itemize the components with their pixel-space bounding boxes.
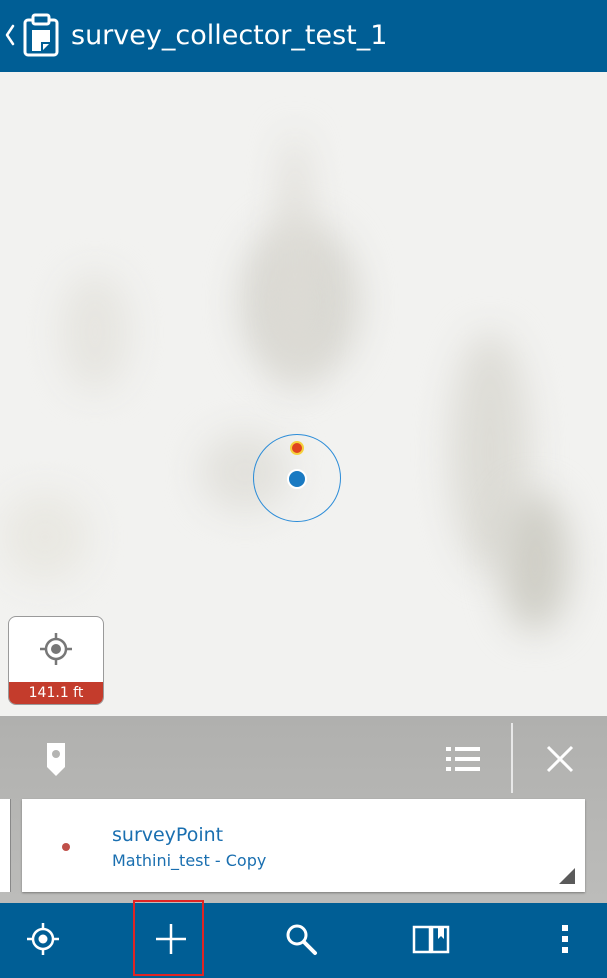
add-button-highlight (133, 900, 204, 976)
compass-marker (290, 441, 304, 455)
my-location-button[interactable] (12, 903, 74, 978)
feature-card[interactable]: surveyPoint Mathini_test - Copy (22, 799, 585, 892)
gps-accuracy-value: 141.1 ft (9, 682, 103, 704)
my-location-icon (25, 921, 61, 961)
more-options-button[interactable] (540, 903, 590, 978)
list-icon[interactable] (444, 744, 482, 774)
current-location-dot (287, 469, 307, 489)
more-vert-icon (559, 922, 571, 960)
previous-feature-card[interactable] (0, 799, 11, 892)
search-icon (283, 921, 319, 961)
map-pin-icon[interactable] (44, 740, 68, 778)
close-icon[interactable] (545, 744, 575, 774)
card-corner-indicator (559, 868, 575, 884)
bookmarks-icon (411, 923, 451, 959)
feature-name: surveyPoint (112, 824, 224, 846)
search-button[interactable] (270, 903, 332, 978)
feature-symbol (62, 843, 70, 851)
clipboard-map-icon[interactable] (22, 12, 60, 58)
page-title: survey_collector_test_1 (71, 20, 388, 51)
panel-divider (511, 723, 513, 793)
gps-accuracy-widget[interactable]: 141.1 ft (8, 616, 104, 705)
gps-target-icon (38, 631, 74, 667)
chevron-left-icon[interactable] (4, 23, 16, 47)
feature-layer: Mathini_test - Copy (112, 851, 267, 870)
bookmarks-button[interactable] (400, 903, 462, 978)
